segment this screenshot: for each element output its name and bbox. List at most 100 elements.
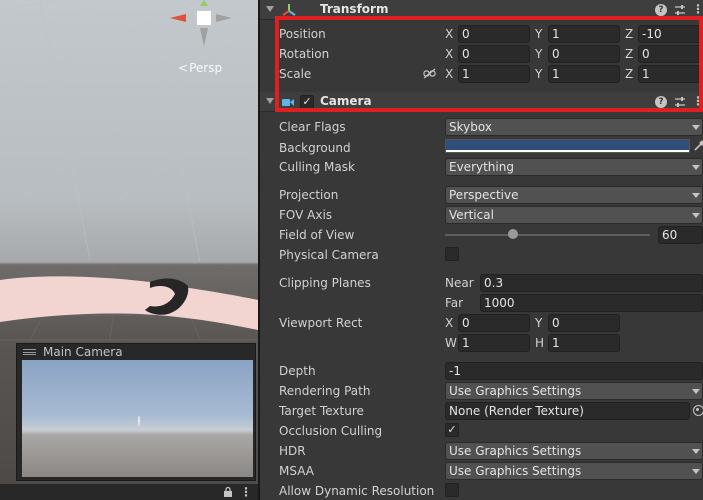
rotation-x-field[interactable]: 0 [458,45,530,63]
chevron-down-icon [692,125,700,130]
axis-y-label[interactable]: Y [535,27,542,41]
foldout-arrow-icon[interactable] [266,6,274,12]
axis-z-label[interactable]: Z [625,27,633,41]
msaa-dropdown[interactable]: Use Graphics Settings [445,462,703,480]
hdr-dropdown[interactable]: Use Graphics Settings [445,442,703,460]
axis-y-label[interactable]: Y [535,47,542,61]
kebab-menu-icon[interactable]: ⋮ [240,485,252,499]
axis-x-label[interactable]: X [445,47,453,61]
target-texture-label: Target Texture [279,404,364,418]
clipping-planes-near-row: Clipping Planes Near 0.3 [260,274,703,292]
hand-model [0,276,258,330]
hdr-row: HDR Use Graphics Settings [260,442,703,460]
occlusion-culling-label: Occlusion Culling [279,424,383,438]
field-of-view-slider-thumb[interactable] [507,229,518,239]
position-x-field[interactable]: 0 [458,25,530,43]
transform-icon [282,4,296,16]
position-z-field[interactable]: -10 [638,25,703,43]
rendering-path-row: Rendering Path Use Graphics Settings [260,382,703,400]
fov-axis-row: FOV Axis Vertical [260,206,703,224]
help-icon[interactable]: ? [655,96,667,108]
character-figure-icon [137,416,141,426]
projection-mode-label[interactable]: <Persp [178,61,222,75]
far-plane-field[interactable]: 1000 [480,294,703,312]
camera-enabled-checkbox[interactable]: ✓ [300,95,314,109]
rotation-y-field[interactable]: 0 [548,45,620,63]
transform-title: Transform [320,2,389,16]
component-menu-icon[interactable]: ⋮ [692,94,703,108]
target-texture-object-field[interactable]: None (Render Texture) [445,402,690,420]
alpha-bar [446,150,689,152]
scale-x-field[interactable]: 1 [458,65,530,83]
presets-icon[interactable] [673,3,687,17]
camera-component-header[interactable]: ✓ Camera ? ⋮ [260,92,703,112]
clear-flags-dropdown[interactable]: Skybox [445,118,703,136]
fov-axis-dropdown[interactable]: Vertical [445,206,703,224]
depth-row: Depth -1 [260,362,703,380]
field-of-view-label: Field of View [279,228,355,242]
viewport-w-field[interactable]: 1 [458,334,530,352]
msaa-row: MSAA Use Graphics Settings [260,462,703,480]
axis-z-label[interactable]: Z [625,47,633,61]
constrain-proportions-icon[interactable] [423,68,436,79]
chevron-left-icon: < [178,61,189,75]
culling-mask-dropdown[interactable]: Everything [445,158,703,176]
scale-z-field[interactable]: 1 [638,65,703,83]
axis-x-label[interactable]: X [445,27,453,41]
depth-field[interactable]: -1 [445,362,703,380]
projection-row: Projection Perspective [260,186,703,204]
camera-preview-window[interactable]: Main Camera [16,343,256,481]
background-color-swatch[interactable] [445,139,690,153]
viewport-y-field[interactable]: 0 [548,314,620,332]
viewport-h-field[interactable]: 1 [548,334,620,352]
clear-flags-row: Clear Flags Skybox [260,118,703,136]
scene-orientation-gizmo[interactable] [164,0,244,52]
scene-view[interactable]: <Persp Main Camera ⋮ [0,0,258,500]
help-icon[interactable]: ? [655,4,667,16]
field-of-view-value-field[interactable]: 60 [658,226,703,244]
object-picker-icon[interactable] [693,405,703,416]
near-plane-field[interactable]: 0.3 [480,274,703,292]
viewport-h-label[interactable]: H [535,336,544,350]
axis-y-label[interactable]: Y [535,67,542,81]
projection-label: Projection [279,188,339,202]
rotation-z-field[interactable]: 0 [638,45,703,63]
hdr-label: HDR [279,444,306,458]
dynamic-resolution-checkbox[interactable] [445,483,459,497]
rendering-path-dropdown[interactable]: Use Graphics Settings [445,382,703,400]
physical-camera-label: Physical Camera [279,248,379,262]
viewport-y-label[interactable]: Y [535,316,542,330]
physical-camera-checkbox[interactable] [445,247,459,261]
viewport-rect-label: Viewport Rect [279,316,363,330]
chevron-down-icon [692,469,700,474]
component-menu-icon[interactable]: ⋮ [692,2,703,16]
viewport-x-label[interactable]: X [445,316,453,330]
axis-z-label[interactable]: Z [625,67,633,81]
transform-component-header[interactable]: Transform ? ⋮ [260,0,703,20]
background-row: Background [260,139,703,157]
scale-y-field[interactable]: 1 [548,65,620,83]
field-of-view-slider[interactable] [445,234,650,236]
projection-dropdown[interactable]: Perspective [445,186,703,204]
scene-bottom-bar [0,484,258,500]
eyedropper-icon[interactable] [693,140,703,152]
axis-x-label[interactable]: X [445,67,453,81]
rotation-label: Rotation [279,47,330,61]
depth-label: Depth [279,364,316,378]
chevron-down-icon [692,449,700,454]
position-y-field[interactable]: 1 [548,25,620,43]
culling-mask-label: Culling Mask [279,160,355,174]
viewport-x-field[interactable]: 0 [458,314,530,332]
viewport-w-label[interactable]: W [445,336,457,350]
physical-camera-row: Physical Camera [260,246,703,264]
target-texture-row: Target Texture None (Render Texture) [260,402,703,420]
lock-icon[interactable] [222,486,234,498]
presets-icon[interactable] [673,95,687,109]
occlusion-culling-checkbox[interactable]: ✓ [445,423,459,437]
dynamic-resolution-row: Allow Dynamic Resolution [260,482,703,500]
chevron-down-icon [692,389,700,394]
occlusion-culling-row: Occlusion Culling ✓ [260,422,703,440]
camera-title: Camera [320,94,372,108]
foldout-arrow-icon[interactable] [266,98,274,104]
scale-label: Scale [279,67,312,81]
